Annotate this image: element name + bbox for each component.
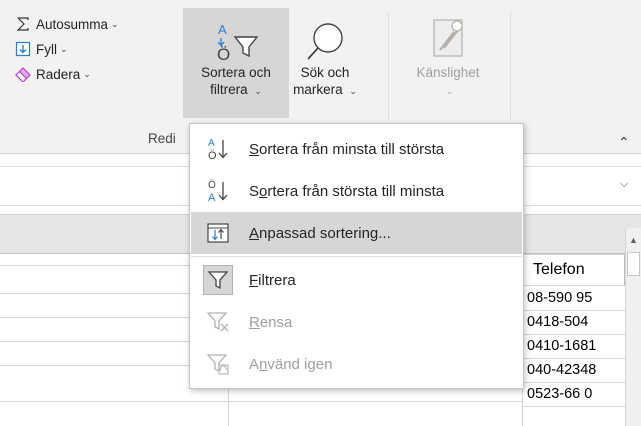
menu-item-label: Använd igen bbox=[249, 356, 332, 373]
table-cell[interactable]: 0523-66 0 bbox=[527, 386, 623, 402]
cell-border bbox=[522, 382, 625, 383]
telefon-header-text: Telefon bbox=[533, 261, 585, 278]
svg-text:Ö: Ö bbox=[208, 150, 217, 162]
sort-filter-label-line2: filtrera ⌄ bbox=[183, 81, 289, 100]
svg-text:A: A bbox=[208, 192, 216, 204]
table-cell[interactable]: 040-42348 bbox=[527, 362, 623, 378]
menu-separator bbox=[191, 256, 522, 257]
table-cell[interactable]: 0410-1681 bbox=[527, 338, 623, 354]
table-cell[interactable]: 0418-504 bbox=[527, 314, 623, 330]
label-part: A bbox=[249, 355, 260, 373]
menu-item-label: Sortera från minsta till största bbox=[249, 141, 444, 158]
label-part: vänd igen bbox=[267, 355, 333, 373]
autosum-label: Autosumma bbox=[36, 16, 109, 32]
cell-border bbox=[522, 310, 625, 311]
sort-asc-icon: A Ö bbox=[203, 134, 233, 164]
menu-item-reapply[interactable]: Använd igen bbox=[191, 343, 522, 385]
label-part: S bbox=[249, 182, 260, 200]
sort-filter-menu: A Ö Sortera från minsta till största Ö A… bbox=[189, 123, 524, 389]
sensitivity-button[interactable]: Känslighet ⌄ bbox=[402, 8, 494, 118]
accelerator-key: F bbox=[249, 271, 259, 289]
custom-sort-icon bbox=[203, 218, 233, 248]
ribbon-separator bbox=[510, 12, 511, 120]
svg-text:Ö: Ö bbox=[217, 45, 230, 64]
fill-label: Fyll bbox=[36, 41, 57, 57]
cell-border bbox=[522, 406, 625, 407]
chevron-down-icon: ⌄ bbox=[111, 18, 119, 29]
clear-filter-icon bbox=[203, 307, 233, 337]
sensitivity-icon bbox=[402, 8, 494, 64]
accelerator-key: R bbox=[249, 313, 260, 331]
find-select-label-line1: Sök och bbox=[300, 65, 350, 80]
sort-filter-label-text: filtrera bbox=[210, 82, 248, 97]
label-part: iltrera bbox=[258, 271, 296, 289]
find-select-label-line2: markera ⌄ bbox=[290, 81, 360, 100]
clear-label: Radera bbox=[36, 66, 81, 82]
menu-item-sort-descending[interactable]: Ö A Sortera från största till minsta bbox=[191, 170, 522, 212]
autosum-button[interactable]: Autosumma ⌄ bbox=[14, 13, 119, 35]
telefon-column bbox=[522, 286, 625, 426]
row-gridline bbox=[0, 401, 522, 402]
label-part: ensa bbox=[259, 313, 293, 331]
svg-text:A: A bbox=[208, 138, 215, 149]
svg-text:Ö: Ö bbox=[208, 179, 216, 191]
chevron-up-icon[interactable]: ⌃ bbox=[618, 134, 630, 151]
fill-button[interactable]: Fyll ⌄ bbox=[14, 38, 68, 60]
reapply-filter-icon bbox=[203, 349, 233, 379]
menu-item-filter[interactable]: Filtrera bbox=[191, 259, 522, 301]
find-select-label-text: markera bbox=[293, 82, 343, 97]
label-part: rtera från största till minsta bbox=[267, 182, 445, 200]
chevron-down-icon: ⌄ bbox=[349, 86, 357, 96]
scroll-up-arrow-icon[interactable]: ▲ bbox=[626, 228, 641, 252]
chevron-down-icon: ⌄ bbox=[83, 68, 91, 79]
menu-item-custom-sort[interactable]: Anpassad sortering... bbox=[191, 212, 522, 254]
scrollbar-thumb[interactable] bbox=[627, 252, 640, 276]
chevron-down-icon: ⌄ bbox=[254, 86, 262, 96]
menu-item-sort-ascending[interactable]: A Ö Sortera från minsta till största bbox=[191, 128, 522, 170]
menu-item-label: Sortera från största till minsta bbox=[249, 183, 444, 200]
sort-filter-label-line1: Sortera och bbox=[201, 65, 271, 80]
label-part: ortera från minsta till största bbox=[259, 140, 445, 158]
sigma-icon bbox=[14, 15, 32, 33]
sort-filter-button[interactable]: A Ö Sortera och filtrera ⌄ bbox=[183, 8, 289, 118]
menu-item-label: Anpassad sortering... bbox=[249, 225, 391, 242]
chevron-down-icon[interactable]: ⌵ bbox=[620, 178, 628, 191]
magnifier-icon bbox=[290, 8, 360, 64]
menu-item-label: Rensa bbox=[249, 314, 292, 331]
label-part: npassad sortering... bbox=[259, 224, 391, 242]
sensitivity-label: Känslighet bbox=[416, 65, 480, 80]
chevron-down-icon: ⌄ bbox=[445, 86, 454, 96]
svg-text:A: A bbox=[218, 22, 227, 37]
find-select-button[interactable]: Sök och markera ⌄ bbox=[290, 8, 360, 118]
cell-border bbox=[522, 334, 625, 335]
accelerator-key: A bbox=[249, 224, 260, 242]
menu-item-clear-filter[interactable]: Rensa bbox=[191, 301, 522, 343]
ribbon-separator bbox=[388, 12, 389, 120]
menu-item-label: Filtrera bbox=[249, 272, 296, 289]
sensitivity-caret-row: ⌄ bbox=[402, 81, 494, 100]
table-cell[interactable]: 08-590 95 bbox=[527, 290, 623, 306]
sort-filter-icon: A Ö bbox=[183, 8, 289, 64]
fill-down-icon bbox=[14, 40, 32, 58]
eraser-icon bbox=[14, 65, 32, 83]
chevron-down-icon: ⌄ bbox=[60, 43, 68, 54]
sort-desc-icon: Ö A bbox=[203, 176, 233, 206]
cell-border bbox=[522, 358, 625, 359]
clear-button[interactable]: Radera ⌄ bbox=[14, 63, 91, 85]
filter-icon bbox=[203, 265, 233, 295]
accelerator-key: S bbox=[249, 140, 260, 158]
telefon-header-cell[interactable]: Telefon bbox=[522, 254, 625, 286]
editing-group-label: Redi bbox=[148, 131, 176, 146]
